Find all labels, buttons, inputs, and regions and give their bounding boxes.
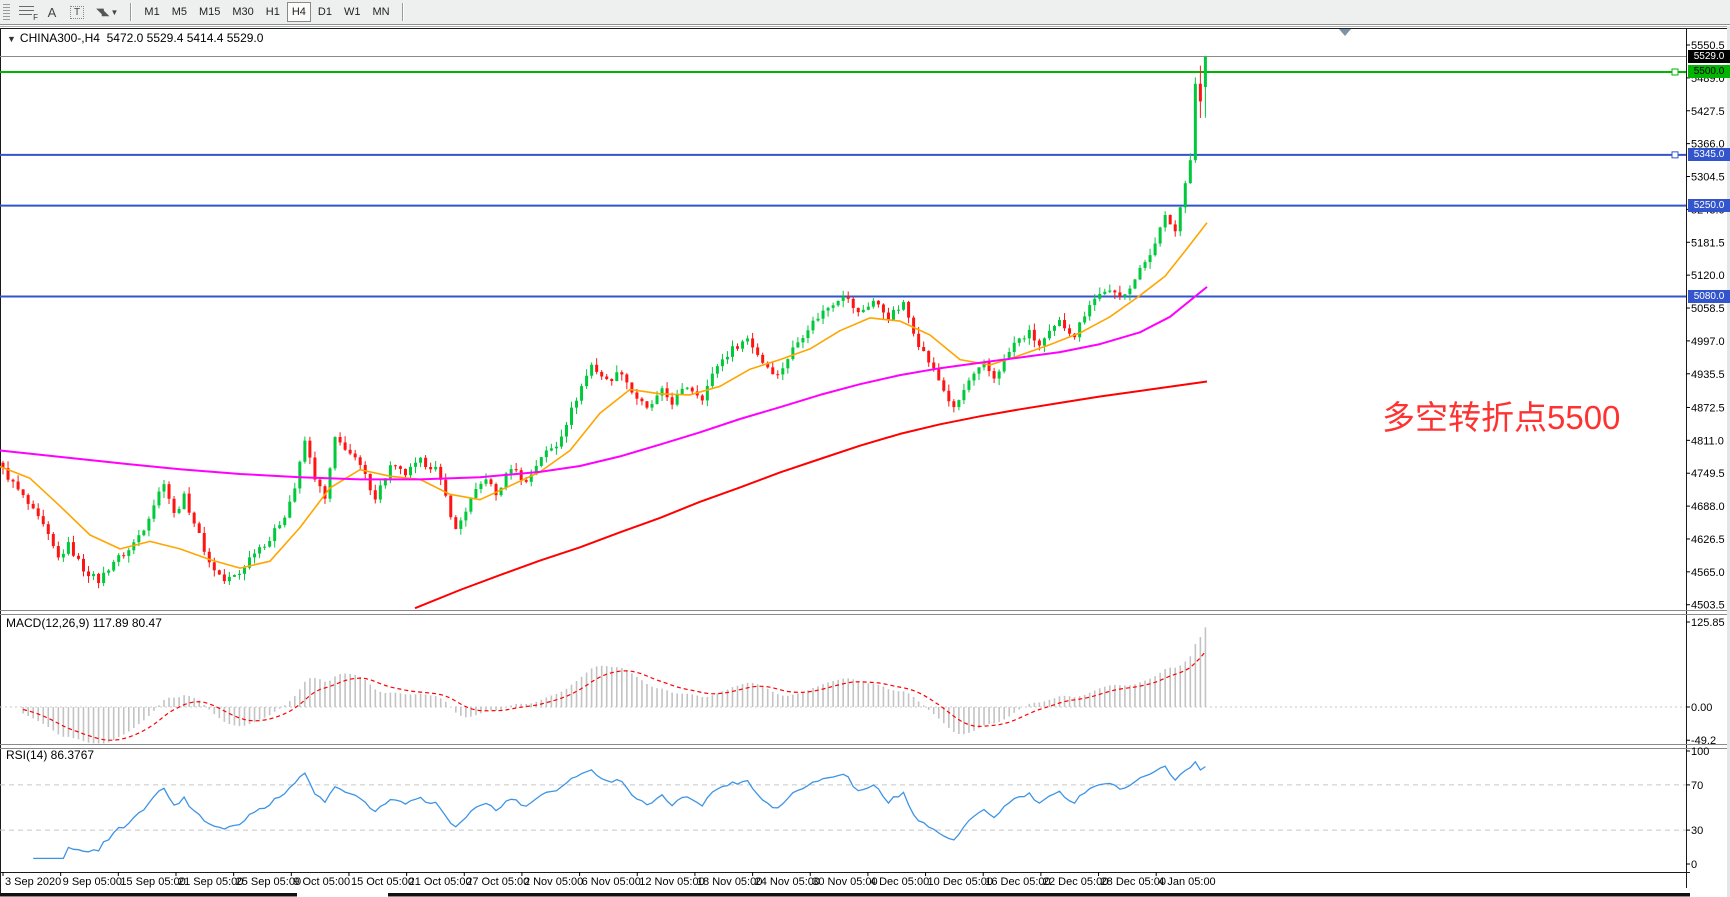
x-axis-label: 28 Dec 05:00	[1101, 876, 1166, 888]
price-tick-label: 4749.5	[1691, 468, 1725, 480]
price-tick-label: 4688.0	[1691, 501, 1725, 513]
price-tick-label: 4565.0	[1691, 567, 1725, 579]
rsi-tick-label: 30	[1691, 825, 1703, 837]
toolbar-separator	[130, 3, 132, 21]
x-axis-label: 4 Jan 05:00	[1158, 876, 1216, 888]
rsi-tick-label: 0	[1691, 859, 1697, 871]
rsi-tick-label: 100	[1691, 746, 1709, 758]
x-axis-label: 9 Oct 05:00	[293, 876, 350, 888]
x-axis-label: 24 Nov 05:00	[755, 876, 820, 888]
macd-tick-label: 125.85	[1691, 617, 1725, 629]
price-tick-label: 5427.5	[1691, 106, 1725, 118]
chart-title: ▼ CHINA300-,H4 5472.0 5529.4 5414.4 5529.…	[7, 31, 263, 45]
timeframe-mn-button[interactable]: MN	[367, 2, 394, 22]
timeframe-m1-button[interactable]: M1	[139, 2, 164, 22]
x-axis-label: 6 Nov 05:00	[582, 876, 641, 888]
timeframe-d1-button[interactable]: D1	[313, 2, 337, 22]
x-axis-label: 2 Nov 05:00	[524, 876, 583, 888]
x-axis-label: 21 Oct 05:00	[409, 876, 472, 888]
annotation-text[interactable]: 多空转折点5500	[1382, 391, 1620, 439]
fibonacci-icon: F	[19, 6, 34, 18]
hline-5500-badge: 5500.0	[1688, 65, 1730, 78]
chart-window-border	[0, 26, 1730, 27]
rsi-indicator-label: RSI(14) 86.3767	[6, 748, 94, 762]
macd-tick-label: 0.00	[1691, 702, 1712, 714]
x-axis-label: 9 Sep 05:00	[63, 876, 122, 888]
price-tick-label: 4935.5	[1691, 369, 1725, 381]
x-axis-label: 4 Dec 05:00	[870, 876, 929, 888]
toolbar-separator	[402, 3, 404, 21]
text-label-icon: A	[48, 5, 57, 20]
hline-5345-handle[interactable]	[1672, 152, 1678, 158]
x-axis-label: 21 Sep 05:00	[178, 876, 243, 888]
arrows-icon: ◥◣	[96, 7, 107, 18]
fibonacci-tool-button[interactable]: F	[14, 2, 39, 22]
hline-5500-handle[interactable]	[1672, 69, 1678, 75]
timeframe-m5-button[interactable]: M5	[167, 2, 192, 22]
symbol-dropdown-icon[interactable]: ▼	[7, 34, 16, 44]
rsi-tick-label: 70	[1691, 780, 1703, 792]
current-price-badge: 5529.0	[1688, 50, 1730, 63]
text-icon: T	[70, 6, 84, 19]
ohlc-readout: 5472.0 5529.4 5414.4 5529.0	[107, 31, 264, 45]
chart-window-border	[0, 28, 1730, 29]
chevron-down-icon: ▼	[111, 8, 119, 17]
price-tick-label: 4997.0	[1691, 336, 1725, 348]
arrow-tool-button[interactable]: ◥◣ ▼	[91, 2, 123, 22]
x-axis-label: 12 Nov 05:00	[639, 876, 704, 888]
timeframe-m30-button[interactable]: M30	[227, 2, 258, 22]
x-axis-label: 25 Sep 05:00	[236, 876, 301, 888]
price-tick-label: 5181.5	[1691, 237, 1725, 249]
price-tick-label: 4626.5	[1691, 534, 1725, 546]
timeframe-h4-button[interactable]: H4	[287, 2, 311, 22]
hline-5345-badge: 5345.0	[1688, 148, 1730, 161]
x-axis-label: 18 Nov 05:00	[697, 876, 762, 888]
x-axis-label: 15 Sep 05:00	[120, 876, 185, 888]
timeframe-m15-button[interactable]: M15	[194, 2, 225, 22]
chart-shift-marker[interactable]	[1339, 29, 1351, 36]
toolbar: F AT ◥◣ ▼ M1M5M15M30H1H4D1W1MN	[0, 0, 1730, 25]
x-axis-label: 15 Oct 05:00	[351, 876, 414, 888]
x-axis-label: 30 Nov 05:00	[812, 876, 877, 888]
toolbar-grip[interactable]	[3, 4, 10, 20]
price-tick-label: 4872.5	[1691, 402, 1725, 414]
x-axis-label: 10 Dec 05:00	[928, 876, 993, 888]
symbol-period-label: CHINA300-,H4	[20, 31, 100, 45]
timeframe-h1-button[interactable]: H1	[261, 2, 285, 22]
price-tick-label: 5120.0	[1691, 270, 1725, 282]
hline-5250-badge: 5250.0	[1688, 199, 1730, 212]
x-axis-label: 16 Dec 05:00	[985, 876, 1050, 888]
price-tick-label: 5304.5	[1691, 172, 1725, 184]
hline-5080-badge: 5080.0	[1688, 290, 1730, 303]
x-axis-label: 27 Oct 05:00	[466, 876, 529, 888]
price-tick-label: 4503.5	[1691, 600, 1725, 612]
x-axis-label: 22 Dec 05:00	[1043, 876, 1108, 888]
pane-borders	[0, 28, 1727, 897]
text-label-tool-button[interactable]: A	[41, 2, 63, 22]
x-axis-label: 3 Sep 2020	[5, 876, 61, 888]
chart-canvas[interactable]: 5550.55489.05427.55366.05304.55243.05181…	[0, 0, 1730, 897]
price-tick-label: 5058.5	[1691, 303, 1725, 315]
timeframe-w1-button[interactable]: W1	[339, 2, 366, 22]
macd-indicator-label: MACD(12,26,9) 117.89 80.47	[6, 616, 162, 630]
price-tick-label: 4811.0	[1691, 435, 1724, 447]
text-tool-button[interactable]: T	[65, 2, 89, 22]
